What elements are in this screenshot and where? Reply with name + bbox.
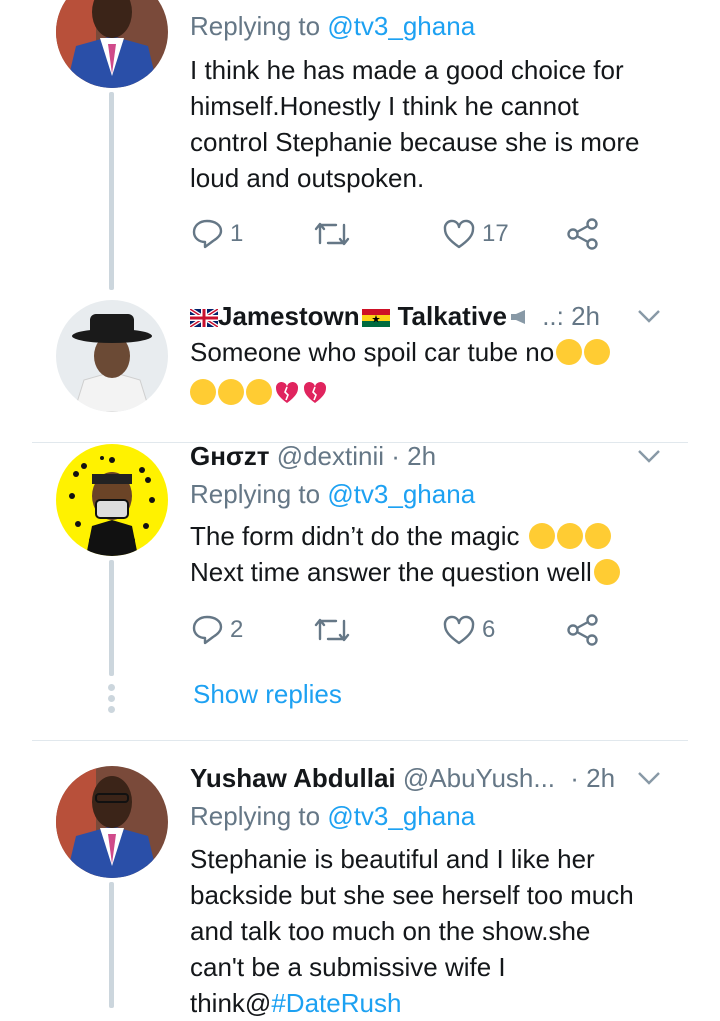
emoji-joy-icon	[584, 339, 611, 365]
megaphone-icon	[509, 298, 531, 324]
tweet-actions: 1 17	[190, 214, 610, 254]
avatar[interactable]	[56, 444, 168, 556]
user-handle[interactable]: @dextinii	[277, 441, 384, 471]
show-replies-link[interactable]: Show replies	[193, 676, 342, 712]
tweet-time: · 2h	[570, 763, 616, 793]
tweet-time: · 2h	[391, 441, 437, 471]
tweet-actions: 2 6	[190, 610, 610, 650]
like-icon	[443, 615, 475, 645]
like-count: 17	[482, 220, 509, 247]
divider	[32, 740, 688, 741]
display-name[interactable]: Gнσzт	[190, 441, 269, 471]
emoji-joy-icon	[584, 523, 611, 549]
tweet-text: Someone who spoil car tube no	[190, 334, 680, 410]
share-icon	[567, 614, 598, 646]
chevron-down-icon[interactable]	[636, 768, 662, 788]
chevron-down-icon[interactable]	[636, 306, 662, 326]
like-button[interactable]: 17	[442, 214, 509, 254]
avatar[interactable]	[56, 766, 168, 878]
avatar[interactable]	[56, 300, 168, 412]
emoji-joy-icon	[528, 523, 555, 549]
retweet-button[interactable]	[312, 214, 352, 254]
broken-heart-icon	[274, 378, 300, 404]
emoji-joy-icon	[190, 379, 216, 405]
reply-icon	[192, 219, 223, 249]
chevron-down-icon[interactable]	[636, 446, 662, 466]
mention-link[interactable]: @tv3_ghana	[327, 801, 475, 831]
emoji-joy-icon	[556, 523, 583, 549]
tweet-header: Jamestown Talkative ..: 2h	[190, 298, 600, 334]
display-name[interactable]: Yushaw Abdullai	[190, 763, 396, 793]
display-name-2[interactable]: Talkative	[398, 301, 507, 331]
share-button[interactable]	[566, 610, 600, 650]
reply-button[interactable]: 2	[190, 610, 243, 650]
display-name[interactable]: Jamestown	[218, 301, 360, 331]
replying-to: Replying to @tv3_ghana	[190, 801, 476, 831]
reply-button[interactable]: 1	[190, 214, 243, 254]
retweet-button[interactable]	[312, 610, 352, 650]
share-button[interactable]	[566, 214, 600, 254]
thread-line	[109, 92, 114, 290]
thread-line	[109, 560, 114, 676]
broken-heart-icon	[302, 378, 328, 404]
retweet-icon	[314, 222, 350, 246]
reply-icon	[192, 615, 223, 645]
replying-to: Replying to @tv3_ghana	[190, 11, 476, 41]
emoji-tongue-icon	[593, 559, 620, 585]
share-icon	[567, 218, 598, 250]
reply-count: 1	[230, 220, 244, 247]
tweet-text: I think he has made a good choice for hi…	[190, 55, 640, 193]
replying-to: Replying to @tv3_ghana	[190, 479, 476, 509]
emoji-rofl-icon	[556, 339, 583, 365]
like-button[interactable]: 6	[442, 610, 495, 650]
hashtag-link[interactable]: #DateRush	[271, 988, 401, 1018]
tweet-time: ..: 2h	[542, 301, 601, 331]
tweet-text: Stephanie is beautiful and I like her ba…	[190, 844, 634, 1018]
tweet-header: Yushaw Abdullai @AbuYush... · 2h	[190, 760, 615, 796]
mention-link[interactable]: @tv3_ghana	[327, 479, 475, 509]
tweet-header: Gнσzт @dextinii · 2h	[190, 438, 436, 474]
thread-line	[109, 882, 114, 1008]
reply-count: 2	[230, 616, 244, 643]
emoji-rofl-icon	[218, 379, 244, 405]
like-count: 6	[482, 616, 496, 643]
flag-ghana-icon	[361, 309, 390, 327]
mention-link[interactable]: @tv3_ghana	[327, 11, 475, 41]
user-handle[interactable]: @AbuYush...	[403, 763, 555, 793]
thread-more-dots	[108, 684, 115, 717]
like-icon	[443, 219, 475, 249]
tweet-text: The form didn’t do the magic Next time a…	[190, 518, 680, 590]
retweet-icon	[314, 618, 350, 642]
emoji-rofl-icon	[246, 379, 272, 405]
flag-uk-icon	[190, 309, 218, 327]
avatar[interactable]	[56, 0, 168, 88]
